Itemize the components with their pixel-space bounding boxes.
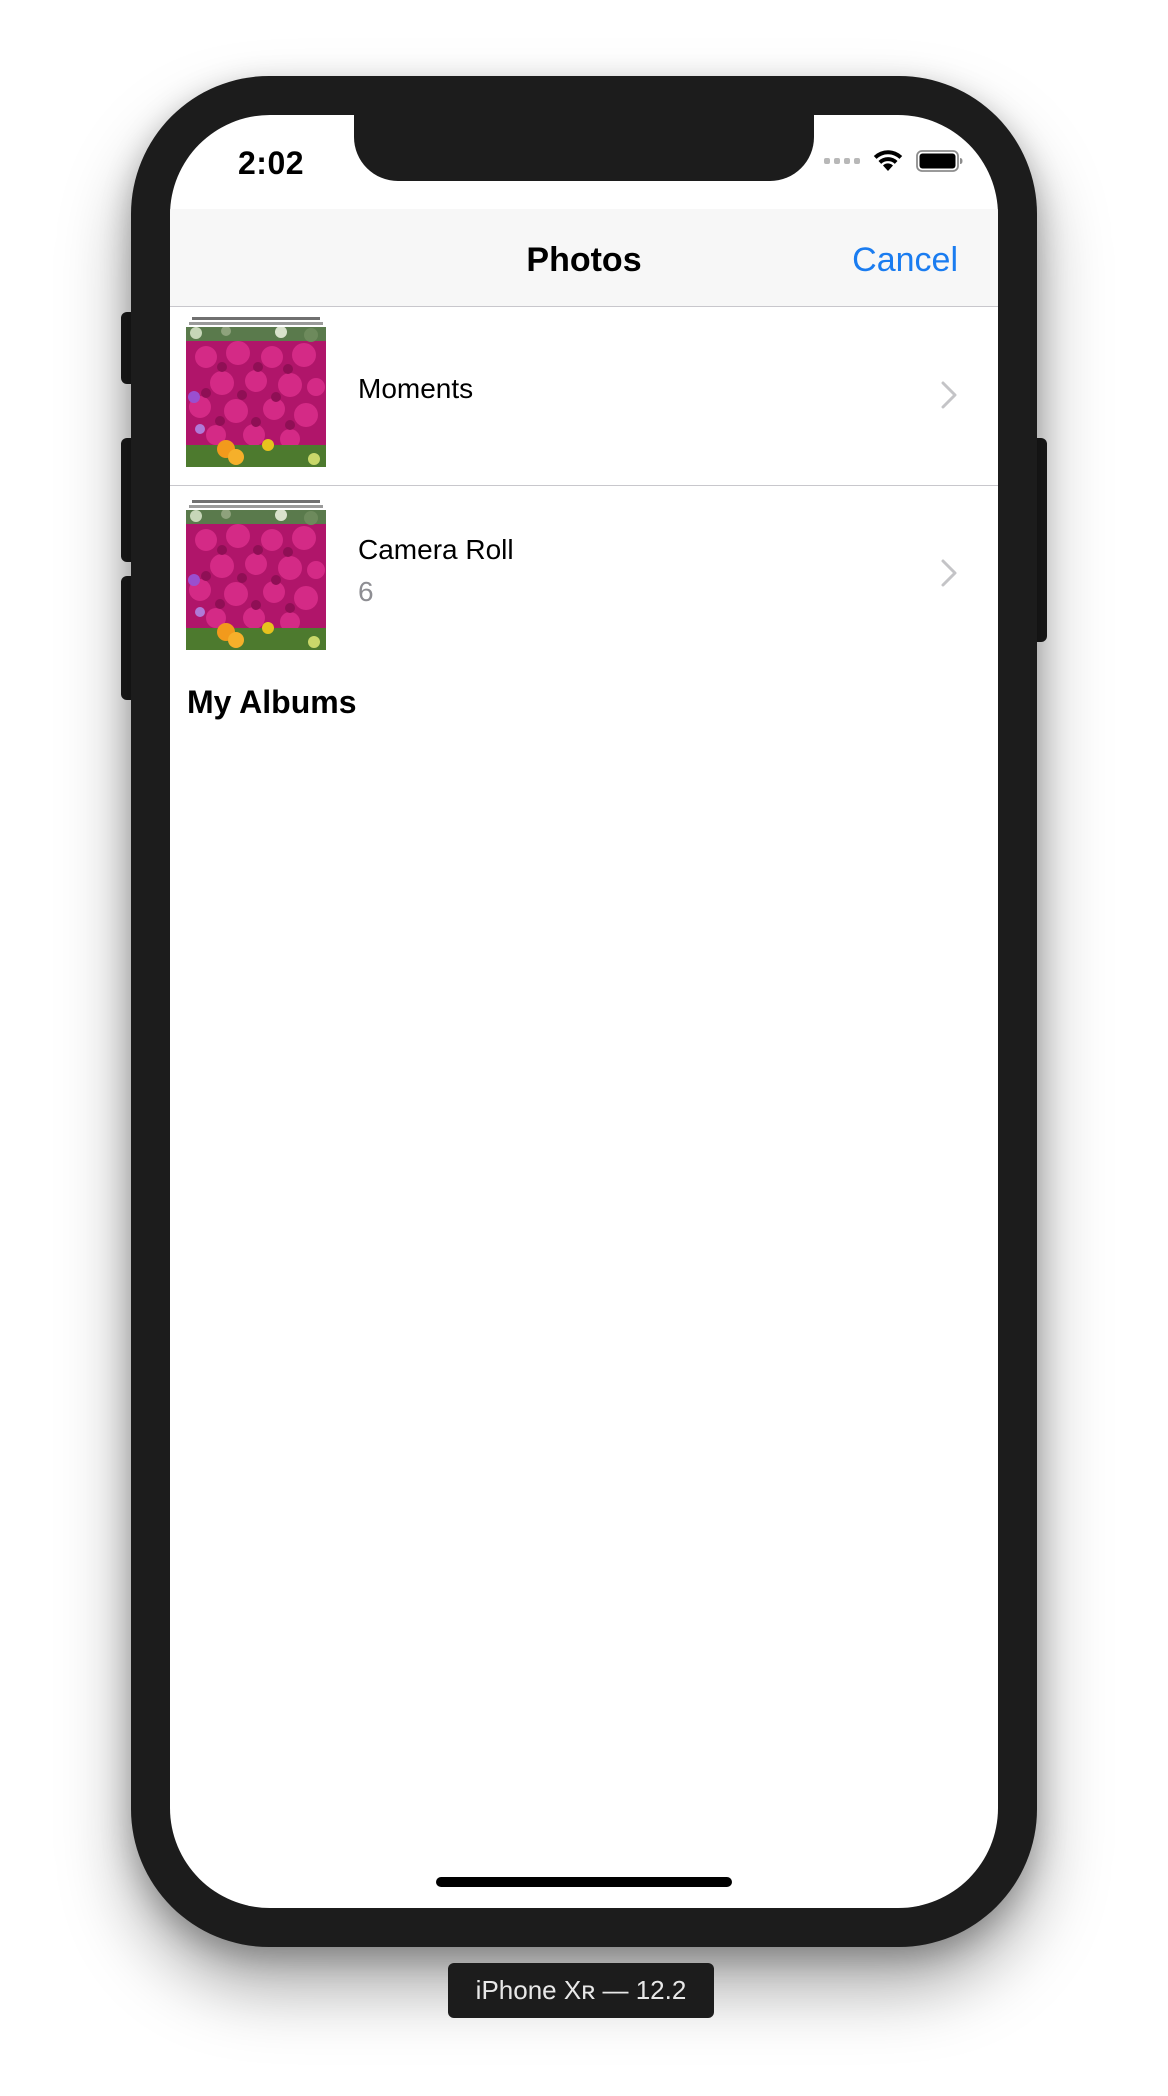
wifi-icon bbox=[872, 149, 904, 173]
status-time: 2:02 bbox=[238, 145, 305, 181]
album-row-camera-roll[interactable]: Camera Roll 6 bbox=[170, 486, 998, 664]
cancel-button[interactable]: Cancel bbox=[852, 241, 958, 280]
album-title: Moments bbox=[358, 373, 474, 404]
flowers-thumbnail bbox=[186, 317, 326, 467]
navigation-bar: Photos Cancel bbox=[170, 209, 998, 307]
home-indicator[interactable] bbox=[436, 1877, 732, 1887]
chevron-right-icon bbox=[940, 380, 958, 410]
device-label: iPhone Xʀ — 12.2 bbox=[448, 1963, 714, 2018]
album-row-moments[interactable]: Moments bbox=[170, 307, 998, 486]
section-header-my-albums: My Albums bbox=[187, 684, 357, 720]
flowers-thumbnail bbox=[186, 500, 326, 650]
phone-screen: 2:02 Photos Cancel Moments Camera Roll 6… bbox=[170, 115, 998, 1908]
status-icons bbox=[824, 149, 964, 173]
simulator-stage: 2:02 Photos Cancel Moments Camera Roll 6… bbox=[0, 0, 1168, 2096]
album-count: 6 bbox=[358, 576, 374, 607]
chevron-right-icon bbox=[940, 558, 958, 588]
iphone-frame: 2:02 Photos Cancel Moments Camera Roll 6… bbox=[131, 76, 1037, 1947]
battery-icon bbox=[916, 149, 964, 173]
notch bbox=[354, 115, 814, 181]
album-title: Camera Roll bbox=[358, 534, 514, 565]
signal-icon bbox=[824, 158, 860, 164]
